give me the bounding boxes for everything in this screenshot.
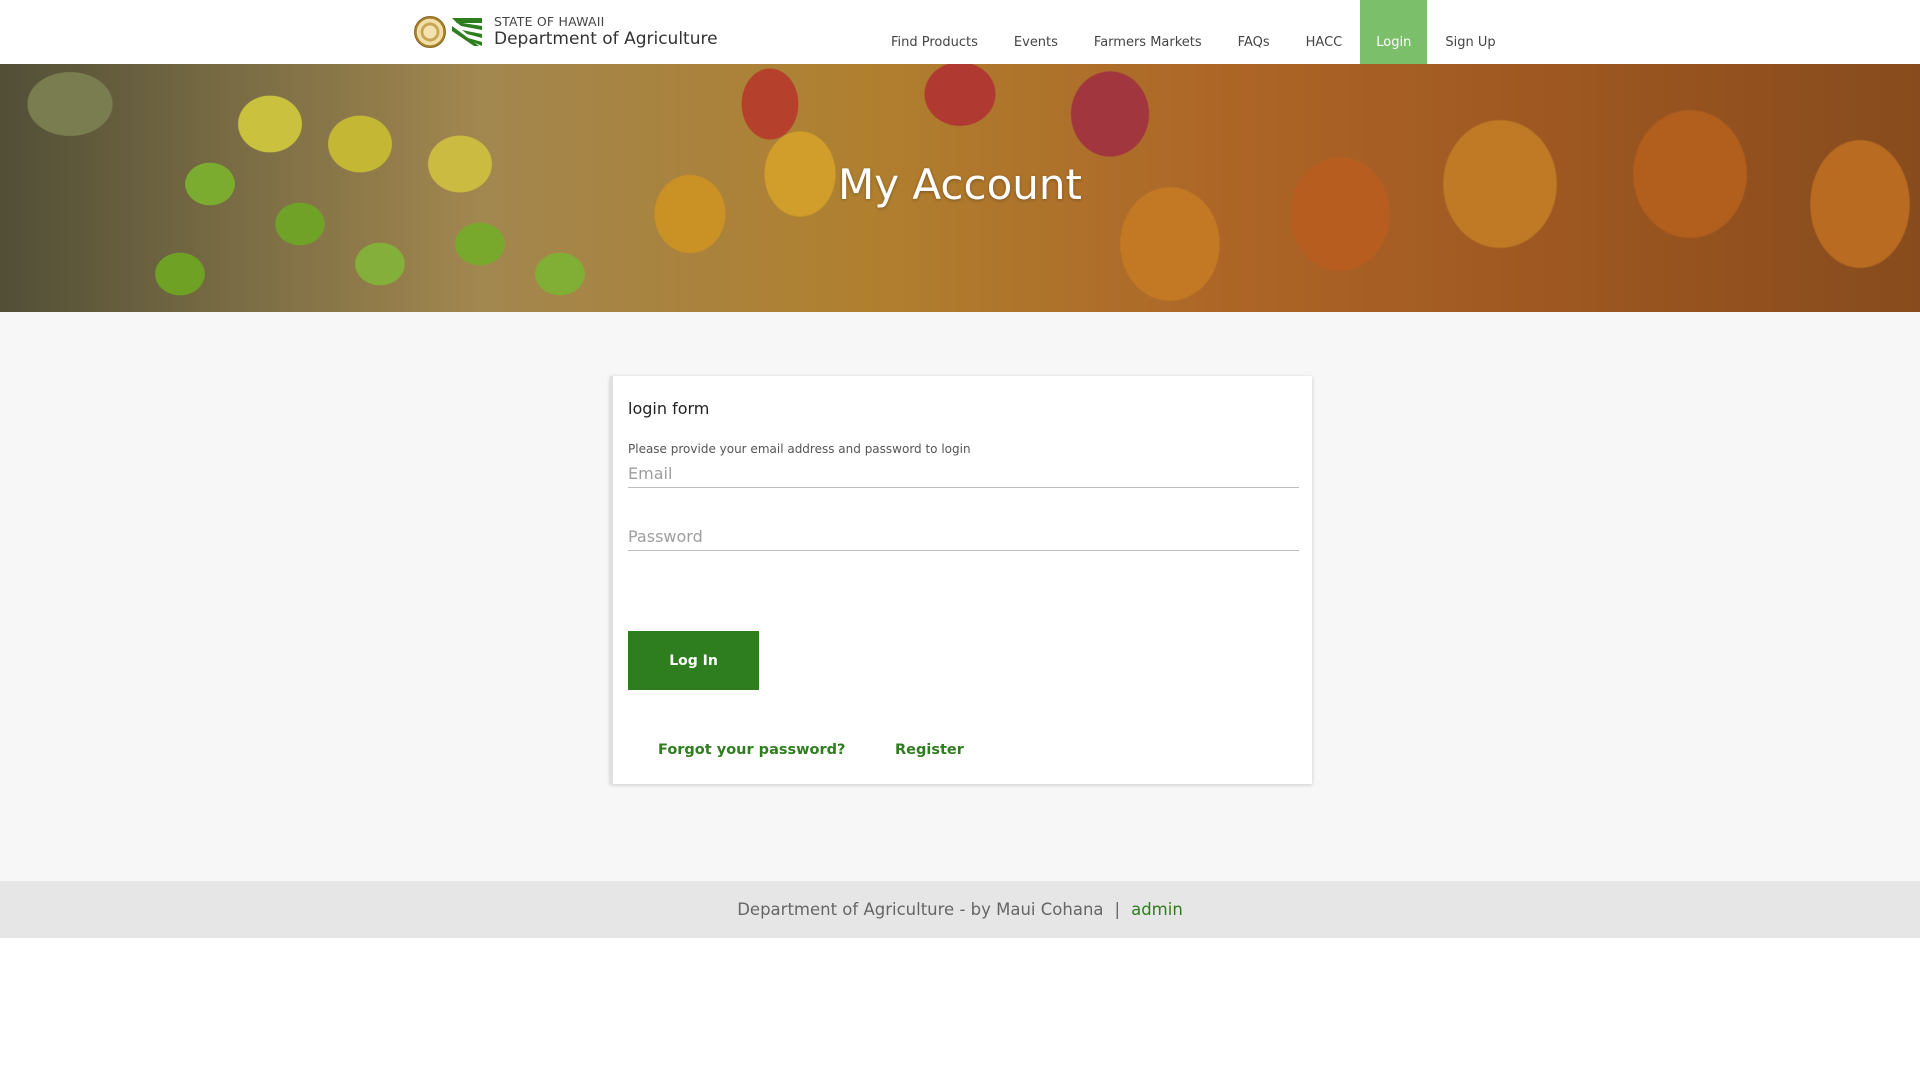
nav-find-products[interactable]: Find Products [873,0,996,64]
brand-text: STATE OF HAWAII Department of Agricultur… [494,13,718,50]
login-form-title: login form [628,399,710,418]
brand-state: STATE OF HAWAII [494,13,605,29]
nav-hacc[interactable]: HACC [1288,0,1361,64]
login-button[interactable]: Log In [628,631,759,690]
site-footer: Department of Agriculture - by Maui Coha… [0,881,1920,938]
main-content: login form Please provide your email add… [0,312,1920,881]
email-field[interactable] [628,460,1299,488]
state-seal-icon [414,16,446,48]
nav-login[interactable]: Login [1360,0,1428,64]
admin-link[interactable]: admin [1131,900,1183,919]
site-header: STATE OF HAWAII Department of Agricultur… [0,0,1920,64]
page-title: My Account [837,160,1083,209]
password-field[interactable] [628,523,1299,551]
footer-separator: | [1114,900,1121,919]
forgot-password-link[interactable]: Forgot your password? [658,742,845,758]
brand[interactable]: STATE OF HAWAII Department of Agricultur… [414,14,718,50]
login-card: login form Please provide your email add… [610,376,1312,784]
hero-banner: My Account [0,64,1920,312]
footer-credit: Department of Agriculture - by Maui Coha… [737,900,1104,919]
nav-farmers-markets[interactable]: Farmers Markets [1076,0,1220,64]
nav-sign-up[interactable]: Sign Up [1427,0,1513,64]
login-form-instructions: Please provide your email address and pa… [628,442,971,456]
brand-department: Department of Agriculture [494,29,718,50]
main-nav: Find Products Events Farmers Markets FAQ… [873,0,1514,64]
nav-faqs[interactable]: FAQs [1220,0,1288,64]
register-link[interactable]: Register [895,742,964,758]
nav-events[interactable]: Events [996,0,1076,64]
agriculture-logo-icon [452,18,482,46]
